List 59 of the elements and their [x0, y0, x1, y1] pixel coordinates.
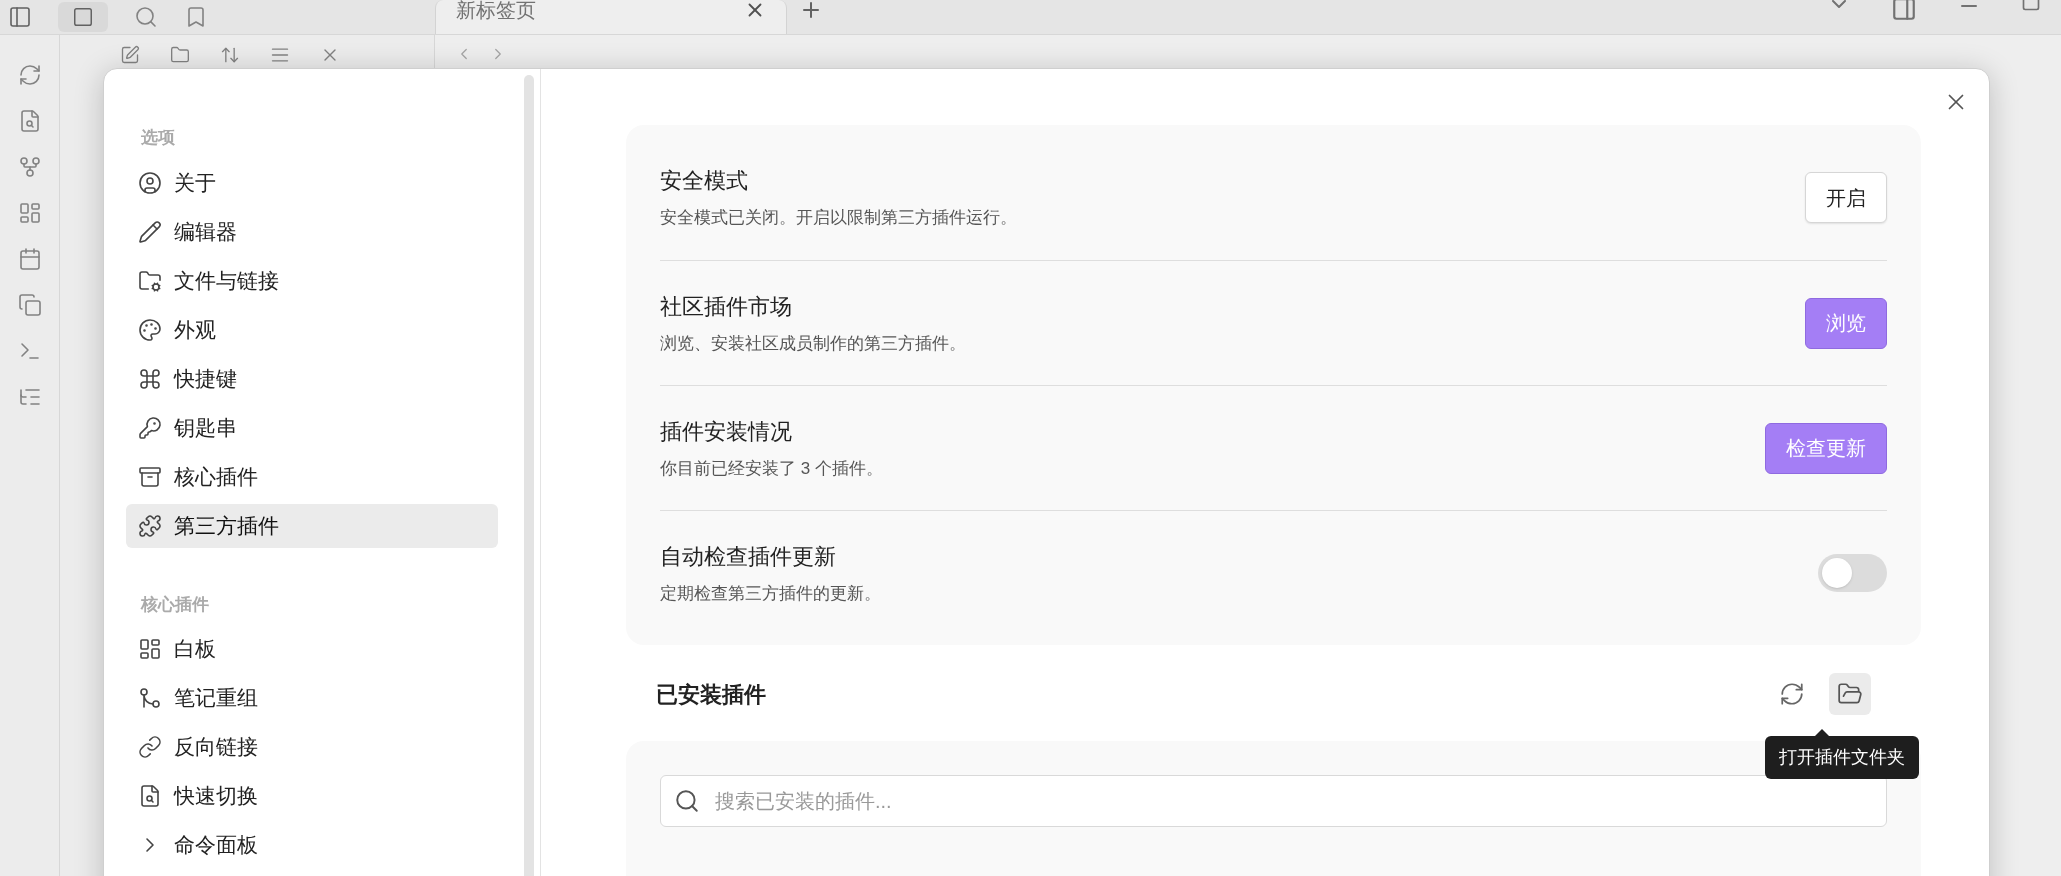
folder-button[interactable] — [1829, 673, 1871, 715]
sidebar-item[interactable]: 文件与链接 — [126, 258, 498, 303]
sort-icon — [220, 45, 240, 65]
search-field[interactable]: 搜索已安装的插件... — [660, 775, 1887, 827]
folder-gear-icon — [138, 268, 162, 293]
tab[interactable]: 新标签页 — [435, 0, 787, 34]
folder-icon — [1837, 681, 1863, 707]
setting-description: 安全模式已关闭。开启以限制第三方插件运行。 — [660, 207, 1017, 230]
section-heading: 已安装插件 — [656, 680, 766, 709]
file-search-icon — [138, 784, 162, 808]
scrollbar[interactable] — [524, 75, 534, 876]
sync-icon[interactable] — [17, 63, 42, 87]
setting-description: 你目前已经安装了 3 个插件。 — [660, 457, 883, 480]
files-tab-button[interactable] — [58, 2, 108, 32]
setting-title: 安全模式 — [660, 167, 749, 196]
setting-description: 浏览、安装社区成员制作的第三方插件。 — [660, 332, 966, 355]
sidebar-item[interactable]: 反向链接 — [126, 725, 498, 769]
sidebar-item[interactable]: 命令面板 — [126, 823, 498, 867]
sidebar-item[interactable]: 关于 — [126, 160, 498, 205]
palette-icon — [138, 317, 162, 342]
sidebar-item[interactable]: 外观 — [126, 307, 498, 352]
sidebar-item[interactable]: 快速切换 — [126, 774, 498, 818]
sidebar-item[interactable]: 白板 — [126, 627, 498, 671]
calendar-icon — [17, 247, 42, 271]
grid-icon — [17, 201, 42, 225]
setting-title: 自动检查插件更新 — [660, 542, 837, 571]
section-heading: 选项 — [140, 127, 176, 149]
section-heading: 核心插件 — [139, 593, 210, 616]
key-icon — [138, 415, 162, 440]
puzzle-icon — [138, 513, 162, 538]
search-button[interactable] — [134, 5, 158, 29]
tooltip: 打开插件文件夹 — [1765, 729, 1919, 779]
setting-description: 定期检查第三方插件的更新。 — [660, 582, 881, 605]
user-circle-icon — [138, 170, 162, 195]
sidebar-item[interactable]: 第三方插件 — [126, 503, 498, 548]
folder-icon — [170, 45, 190, 65]
sidebar-item[interactable]: 钥匙串 — [126, 405, 498, 450]
sidebar-item[interactable]: 快捷键 — [126, 356, 498, 401]
setting-title: 社区插件市场 — [660, 292, 793, 321]
sidebar-item[interactable]: 编辑器 — [126, 209, 498, 254]
refresh-icon — [1779, 681, 1805, 707]
graph-icon — [17, 155, 42, 179]
sidebar-item[interactable]: 笔记重组 — [126, 676, 498, 720]
command-key-icon — [138, 366, 162, 391]
copy-icon — [17, 293, 42, 317]
sidebar-item[interactable]: 核心插件 — [126, 454, 498, 499]
link-icon — [138, 735, 162, 759]
pencil-icon — [138, 219, 162, 244]
search-icon — [674, 788, 700, 814]
edit-icon — [120, 45, 140, 65]
panel-icon[interactable] — [1891, 0, 1917, 22]
merge-icon — [138, 686, 162, 710]
grid-icon — [138, 637, 162, 661]
setting-button[interactable]: 开启 — [1805, 172, 1887, 223]
square-icon — [72, 6, 94, 28]
box-icon — [138, 464, 162, 489]
sidebar-toggle-button[interactable] — [8, 5, 32, 29]
setting-title: 插件安装情况 — [660, 417, 793, 446]
toggle-switch[interactable] — [1818, 554, 1887, 592]
